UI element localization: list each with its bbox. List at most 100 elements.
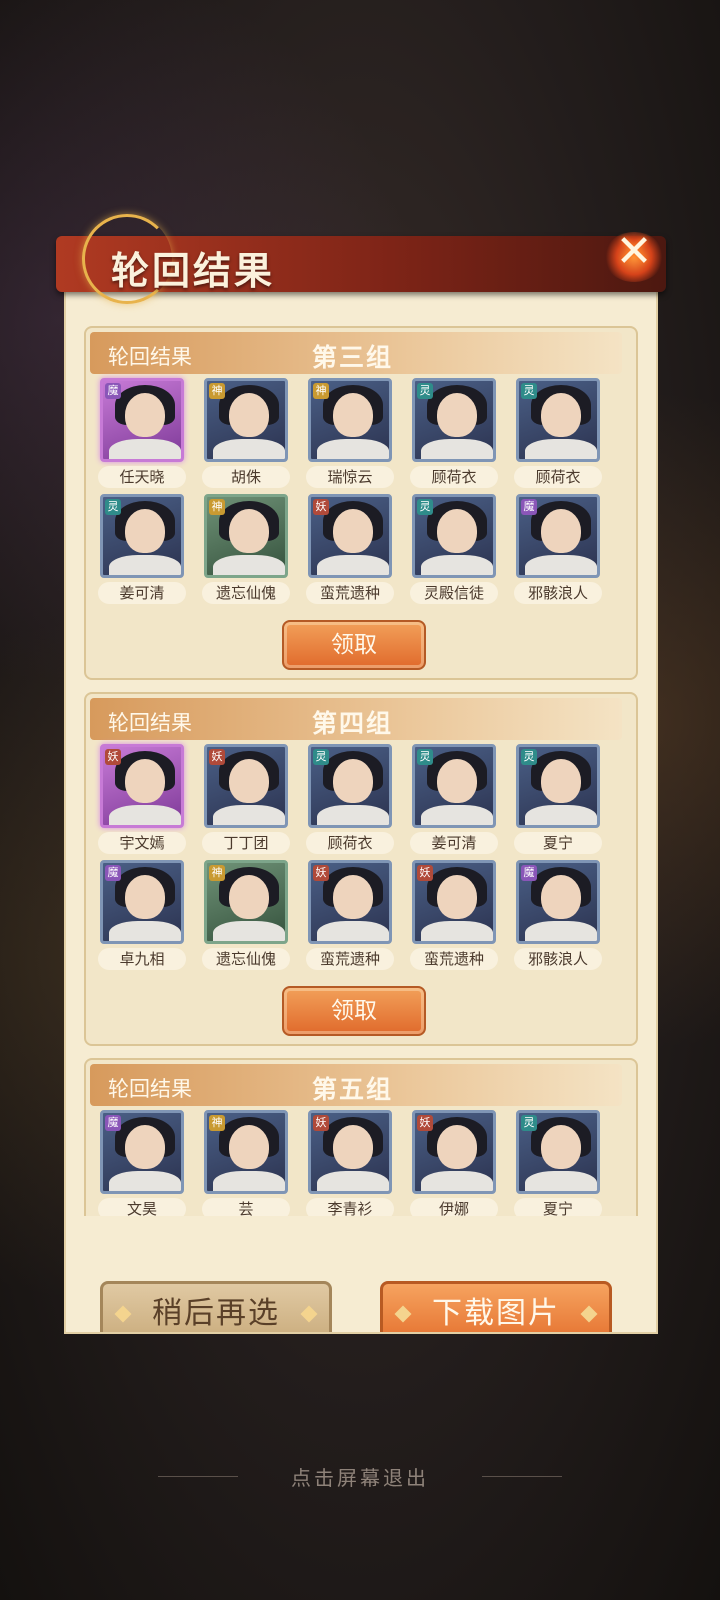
character-portrait[interactable]: 灵 [412,378,496,462]
character-portrait[interactable]: 妖 [412,860,496,944]
character-portrait[interactable]: 神 [204,378,288,462]
character-name: 灵殿信徒 [410,582,498,604]
character-name: 遗忘仙傀 [202,948,290,970]
character-card[interactable]: 灵灵殿信徒 [410,494,498,612]
claim-button[interactable]: 领取 [282,620,426,670]
portrait-head [229,1125,269,1169]
portrait-head [437,875,477,919]
group-name: 第三组 [312,343,394,372]
portrait-head [229,393,269,437]
character-card[interactable]: 妖李青衫 [306,1110,394,1216]
character-portrait[interactable]: 灵 [100,494,184,578]
character-portrait[interactable]: 妖 [100,744,184,828]
faction-badge: 妖 [313,865,329,881]
portrait-body [317,1171,389,1191]
portrait-head [333,759,373,803]
character-portrait[interactable]: 神 [308,378,392,462]
character-portrait[interactable]: 灵 [516,378,600,462]
faction-badge: 灵 [417,499,433,515]
dialog-panel: 轮回结果 第三组魔任天晓神胡侏神瑞惊云灵顾荷衣灵顾荷衣灵姜可清神遗忘仙傀妖蛮荒遗种… [64,288,658,1334]
download-image-button[interactable]: 下载图片 [380,1281,612,1332]
character-portrait[interactable]: 灵 [516,1110,600,1194]
character-portrait[interactable]: 神 [204,1110,288,1194]
select-later-button[interactable]: 稍后再选 [100,1281,332,1332]
results-scroll-area[interactable]: 轮回结果 第三组魔任天晓神胡侏神瑞惊云灵顾荷衣灵顾荷衣灵姜可清神遗忘仙傀妖蛮荒遗种… [84,326,638,1216]
character-name: 瑞惊云 [306,466,394,488]
character-card[interactable]: 灵姜可清 [98,494,186,612]
character-card[interactable]: 妖蛮荒遗种 [306,860,394,978]
character-card[interactable]: 灵夏宁 [514,1110,602,1216]
character-name: 蛮荒遗种 [410,948,498,970]
character-portrait[interactable]: 妖 [308,1110,392,1194]
character-card[interactable]: 妖蛮荒遗种 [410,860,498,978]
faction-badge: 神 [209,383,225,399]
character-card[interactable]: 神瑞惊云 [306,378,394,496]
character-portrait[interactable]: 魔 [100,378,184,462]
group-header-label: 轮回结果 [108,1077,192,1101]
faction-badge: 妖 [313,499,329,515]
portrait-head [541,759,581,803]
character-portrait[interactable]: 灵 [516,744,600,828]
faction-badge: 魔 [105,865,121,881]
character-card[interactable]: 妖丁丁团 [202,744,290,862]
character-name: 胡侏 [202,466,290,488]
character-card[interactable]: 神胡侏 [202,378,290,496]
character-portrait[interactable]: 神 [204,494,288,578]
character-card[interactable]: 神遗忘仙傀 [202,494,290,612]
character-portrait[interactable]: 妖 [204,744,288,828]
character-card[interactable]: 魔邪骸浪人 [514,494,602,612]
character-portrait[interactable]: 妖 [308,494,392,578]
character-portrait[interactable]: 魔 [100,1110,184,1194]
character-card[interactable]: 灵顾荷衣 [306,744,394,862]
character-portrait[interactable]: 灵 [412,494,496,578]
character-portrait[interactable]: 灵 [412,744,496,828]
character-card[interactable]: 妖蛮荒遗种 [306,494,394,612]
character-card[interactable]: 魔卓九相 [98,860,186,978]
faction-badge: 神 [209,1115,225,1131]
character-card[interactable]: 神芸 [202,1110,290,1216]
diamond-ornament-icon [580,1305,598,1323]
portrait-body [109,439,181,459]
character-card[interactable]: 灵夏宁 [514,744,602,862]
portrait-head [541,875,581,919]
character-card[interactable]: 魔邪骸浪人 [514,860,602,978]
portrait-body [109,805,181,825]
character-name: 姜可清 [98,582,186,604]
claim-button[interactable]: 领取 [282,986,426,1036]
character-portrait[interactable]: 魔 [100,860,184,944]
portrait-head [229,759,269,803]
portrait-body [213,439,285,459]
faction-badge: 灵 [521,1115,537,1131]
character-portrait[interactable]: 妖 [308,860,392,944]
portrait-head [229,509,269,553]
faction-badge: 神 [209,499,225,515]
portrait-body [213,555,285,575]
character-portrait[interactable]: 灵 [308,744,392,828]
character-card[interactable]: 灵顾荷衣 [514,378,602,496]
character-portrait[interactable]: 魔 [516,860,600,944]
character-card[interactable]: 魔文昊 [98,1110,186,1216]
character-card[interactable]: 魔任天晓 [98,378,186,496]
portrait-head [437,759,477,803]
close-button[interactable]: ✕ [598,222,670,294]
character-card[interactable]: 灵顾荷衣 [410,378,498,496]
character-name: 顾荷衣 [410,466,498,488]
faction-badge: 魔 [105,1115,121,1131]
portrait-body [213,1171,285,1191]
download-image-label: 下载图片 [432,1296,560,1331]
character-card[interactable]: 妖伊娜 [410,1110,498,1216]
portrait-head [333,875,373,919]
character-card[interactable]: 妖宇文嫣 [98,744,186,862]
character-portrait[interactable]: 魔 [516,494,600,578]
character-name: 芸 [202,1198,290,1216]
divider [482,1476,562,1477]
character-card[interactable]: 灵姜可清 [410,744,498,862]
character-portrait[interactable]: 妖 [412,1110,496,1194]
faction-badge: 魔 [521,865,537,881]
diamond-ornament-icon [300,1305,318,1323]
character-portrait[interactable]: 神 [204,860,288,944]
character-card[interactable]: 神遗忘仙傀 [202,860,290,978]
tap-to-exit-hint: 点击屏幕退出 [291,1466,429,1490]
character-name: 蛮荒遗种 [306,582,394,604]
portrait-body [109,555,181,575]
